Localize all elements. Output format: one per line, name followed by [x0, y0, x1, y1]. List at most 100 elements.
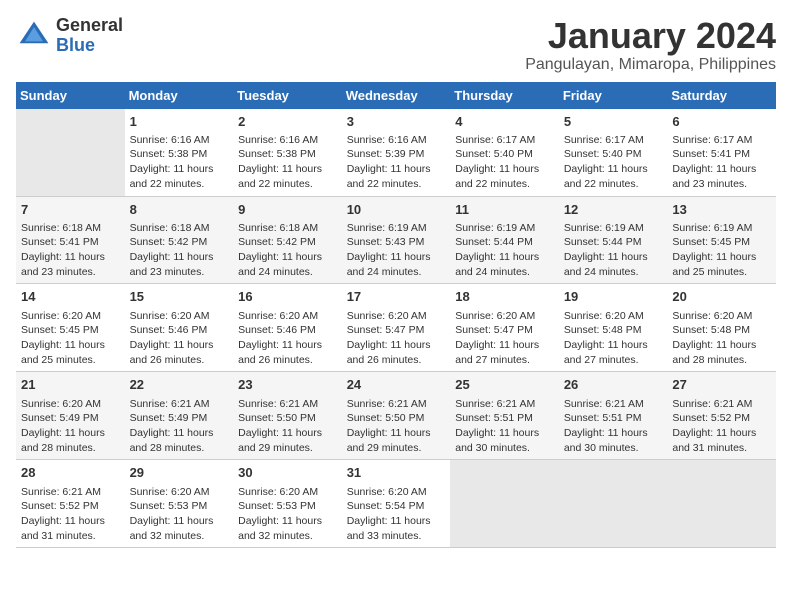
- day-info: Sunrise: 6:20 AM Sunset: 5:48 PM Dayligh…: [672, 309, 771, 368]
- calendar-cell: [667, 460, 776, 548]
- day-number: 12: [564, 201, 663, 219]
- calendar-cell: 3Sunrise: 6:16 AM Sunset: 5:39 PM Daylig…: [342, 109, 451, 196]
- day-number: 19: [564, 288, 663, 306]
- calendar-cell: 4 Sunrise: 6:17 AM Sunset: 5:40 PM Daylig…: [450, 109, 559, 196]
- day-info: Sunrise: 6:20 AM Sunset: 5:45 PM Dayligh…: [21, 309, 120, 368]
- day-number: 29: [130, 464, 229, 482]
- day-number: 6: [672, 113, 771, 131]
- day-info: Sunrise: 6:20 AM Sunset: 5:47 PM Dayligh…: [455, 309, 554, 368]
- day-number: 2: [238, 113, 337, 131]
- calendar-header: SundayMondayTuesdayWednesdayThursdayFrid…: [16, 82, 776, 109]
- day-number: 21: [21, 376, 120, 394]
- calendar-cell: [450, 460, 559, 548]
- calendar-week-row: 28Sunrise: 6:21 AM Sunset: 5:52 PM Dayli…: [16, 460, 776, 548]
- day-info: Sunrise: 6:21 AM Sunset: 5:50 PM Dayligh…: [238, 397, 337, 456]
- day-info: Sunrise: 6:21 AM Sunset: 5:52 PM Dayligh…: [672, 397, 771, 456]
- day-number: 11: [455, 201, 554, 219]
- day-number: 16: [238, 288, 337, 306]
- day-info: Sunrise: 6:16 AM Sunset: 5:38 PM Dayligh…: [130, 133, 229, 192]
- calendar-cell: 22 Sunrise: 6:21 AM Sunset: 5:49 PM Dayli…: [125, 372, 234, 460]
- day-info: Sunrise: 6:16 AM Sunset: 5:38 PM Dayligh…: [238, 133, 337, 192]
- day-info: Sunrise: 6:20 AM Sunset: 5:47 PM Dayligh…: [347, 309, 446, 368]
- logo-general: General: [56, 16, 123, 36]
- day-number: 18: [455, 288, 554, 306]
- calendar-cell: [559, 460, 668, 548]
- calendar-table: SundayMondayTuesdayWednesdayThursdayFrid…: [16, 82, 776, 549]
- logo: General Blue: [16, 16, 123, 56]
- weekday-header-row: SundayMondayTuesdayWednesdayThursdayFrid…: [16, 82, 776, 109]
- day-info: Sunrise: 6:21 AM Sunset: 5:51 PM Dayligh…: [455, 397, 554, 456]
- calendar-cell: 25Sunrise: 6:21 AM Sunset: 5:51 PM Dayli…: [450, 372, 559, 460]
- day-info: Sunrise: 6:20 AM Sunset: 5:48 PM Dayligh…: [564, 309, 663, 368]
- day-number: 15: [130, 288, 229, 306]
- day-info: Sunrise: 6:20 AM Sunset: 5:54 PM Dayligh…: [347, 485, 446, 544]
- calendar-week-row: 1 Sunrise: 6:16 AM Sunset: 5:38 PM Daylig…: [16, 109, 776, 196]
- day-info: Sunrise: 6:19 AM Sunset: 5:44 PM Dayligh…: [455, 221, 554, 280]
- calendar-cell: 28Sunrise: 6:21 AM Sunset: 5:52 PM Dayli…: [16, 460, 125, 548]
- calendar-cell: 31 Sunrise: 6:20 AM Sunset: 5:54 PM Dayli…: [342, 460, 451, 548]
- day-number: 8: [130, 201, 229, 219]
- weekday-header-saturday: Saturday: [667, 82, 776, 109]
- day-number: 31: [347, 464, 446, 482]
- day-number: 1: [130, 113, 229, 131]
- day-number: 27: [672, 376, 771, 394]
- calendar-cell: 1 Sunrise: 6:16 AM Sunset: 5:38 PM Daylig…: [125, 109, 234, 196]
- calendar-week-row: 21 Sunrise: 6:20 AM Sunset: 5:49 PM Dayli…: [16, 372, 776, 460]
- day-info: Sunrise: 6:17 AM Sunset: 5:40 PM Dayligh…: [564, 133, 663, 192]
- day-info: Sunrise: 6:19 AM Sunset: 5:43 PM Dayligh…: [347, 221, 446, 280]
- weekday-header-monday: Monday: [125, 82, 234, 109]
- calendar-week-row: 7Sunrise: 6:18 AM Sunset: 5:41 PM Daylig…: [16, 196, 776, 284]
- calendar-cell: 20Sunrise: 6:20 AM Sunset: 5:48 PM Dayli…: [667, 284, 776, 372]
- day-info: Sunrise: 6:16 AM Sunset: 5:39 PM Dayligh…: [347, 133, 446, 192]
- weekday-header-friday: Friday: [559, 82, 668, 109]
- calendar-cell: 2 Sunrise: 6:16 AM Sunset: 5:38 PM Daylig…: [233, 109, 342, 196]
- day-info: Sunrise: 6:21 AM Sunset: 5:49 PM Dayligh…: [130, 397, 229, 456]
- weekday-header-tuesday: Tuesday: [233, 82, 342, 109]
- calendar-cell: 9 Sunrise: 6:18 AM Sunset: 5:42 PM Daylig…: [233, 196, 342, 284]
- day-info: Sunrise: 6:17 AM Sunset: 5:40 PM Dayligh…: [455, 133, 554, 192]
- calendar-cell: 14 Sunrise: 6:20 AM Sunset: 5:45 PM Dayli…: [16, 284, 125, 372]
- day-number: 4: [455, 113, 554, 131]
- day-number: 9: [238, 201, 337, 219]
- day-number: 17: [347, 288, 446, 306]
- day-info: Sunrise: 6:21 AM Sunset: 5:51 PM Dayligh…: [564, 397, 663, 456]
- day-number: 30: [238, 464, 337, 482]
- calendar-cell: 26Sunrise: 6:21 AM Sunset: 5:51 PM Dayli…: [559, 372, 668, 460]
- calendar-cell: 23Sunrise: 6:21 AM Sunset: 5:50 PM Dayli…: [233, 372, 342, 460]
- calendar-cell: 10 Sunrise: 6:19 AM Sunset: 5:43 PM Dayli…: [342, 196, 451, 284]
- calendar-cell: 8Sunrise: 6:18 AM Sunset: 5:42 PM Daylig…: [125, 196, 234, 284]
- day-info: Sunrise: 6:21 AM Sunset: 5:50 PM Dayligh…: [347, 397, 446, 456]
- calendar-cell: 13Sunrise: 6:19 AM Sunset: 5:45 PM Dayli…: [667, 196, 776, 284]
- calendar-cell: 27 Sunrise: 6:21 AM Sunset: 5:52 PM Dayli…: [667, 372, 776, 460]
- calendar-cell: 30Sunrise: 6:20 AM Sunset: 5:53 PM Dayli…: [233, 460, 342, 548]
- calendar-cell: 18 Sunrise: 6:20 AM Sunset: 5:47 PM Dayli…: [450, 284, 559, 372]
- day-info: Sunrise: 6:20 AM Sunset: 5:49 PM Dayligh…: [21, 397, 120, 456]
- day-info: Sunrise: 6:17 AM Sunset: 5:41 PM Dayligh…: [672, 133, 771, 192]
- day-info: Sunrise: 6:19 AM Sunset: 5:45 PM Dayligh…: [672, 221, 771, 280]
- calendar-cell: 19 Sunrise: 6:20 AM Sunset: 5:48 PM Dayli…: [559, 284, 668, 372]
- header: General Blue January 2024 Pangulayan, Mi…: [16, 16, 776, 74]
- day-number: 22: [130, 376, 229, 394]
- day-info: Sunrise: 6:19 AM Sunset: 5:44 PM Dayligh…: [564, 221, 663, 280]
- calendar-cell: [16, 109, 125, 196]
- day-number: 10: [347, 201, 446, 219]
- calendar-cell: 16 Sunrise: 6:20 AM Sunset: 5:46 PM Dayli…: [233, 284, 342, 372]
- day-info: Sunrise: 6:20 AM Sunset: 5:46 PM Dayligh…: [130, 309, 229, 368]
- calendar-subtitle: Pangulayan, Mimaropa, Philippines: [525, 56, 776, 74]
- calendar-cell: 7Sunrise: 6:18 AM Sunset: 5:41 PM Daylig…: [16, 196, 125, 284]
- calendar-title: January 2024: [525, 16, 776, 56]
- day-info: Sunrise: 6:20 AM Sunset: 5:46 PM Dayligh…: [238, 309, 337, 368]
- logo-text: General Blue: [56, 16, 123, 56]
- day-info: Sunrise: 6:18 AM Sunset: 5:41 PM Dayligh…: [21, 221, 120, 280]
- weekday-header-thursday: Thursday: [450, 82, 559, 109]
- calendar-cell: 17 Sunrise: 6:20 AM Sunset: 5:47 PM Dayli…: [342, 284, 451, 372]
- logo-icon: [16, 18, 52, 54]
- day-info: Sunrise: 6:18 AM Sunset: 5:42 PM Dayligh…: [238, 221, 337, 280]
- calendar-cell: 24 Sunrise: 6:21 AM Sunset: 5:50 PM Dayli…: [342, 372, 451, 460]
- calendar-body: 1 Sunrise: 6:16 AM Sunset: 5:38 PM Daylig…: [16, 109, 776, 548]
- title-area: January 2024 Pangulayan, Mimaropa, Phili…: [525, 16, 776, 74]
- day-number: 24: [347, 376, 446, 394]
- day-number: 14: [21, 288, 120, 306]
- calendar-week-row: 14 Sunrise: 6:20 AM Sunset: 5:45 PM Dayli…: [16, 284, 776, 372]
- day-info: Sunrise: 6:20 AM Sunset: 5:53 PM Dayligh…: [130, 485, 229, 544]
